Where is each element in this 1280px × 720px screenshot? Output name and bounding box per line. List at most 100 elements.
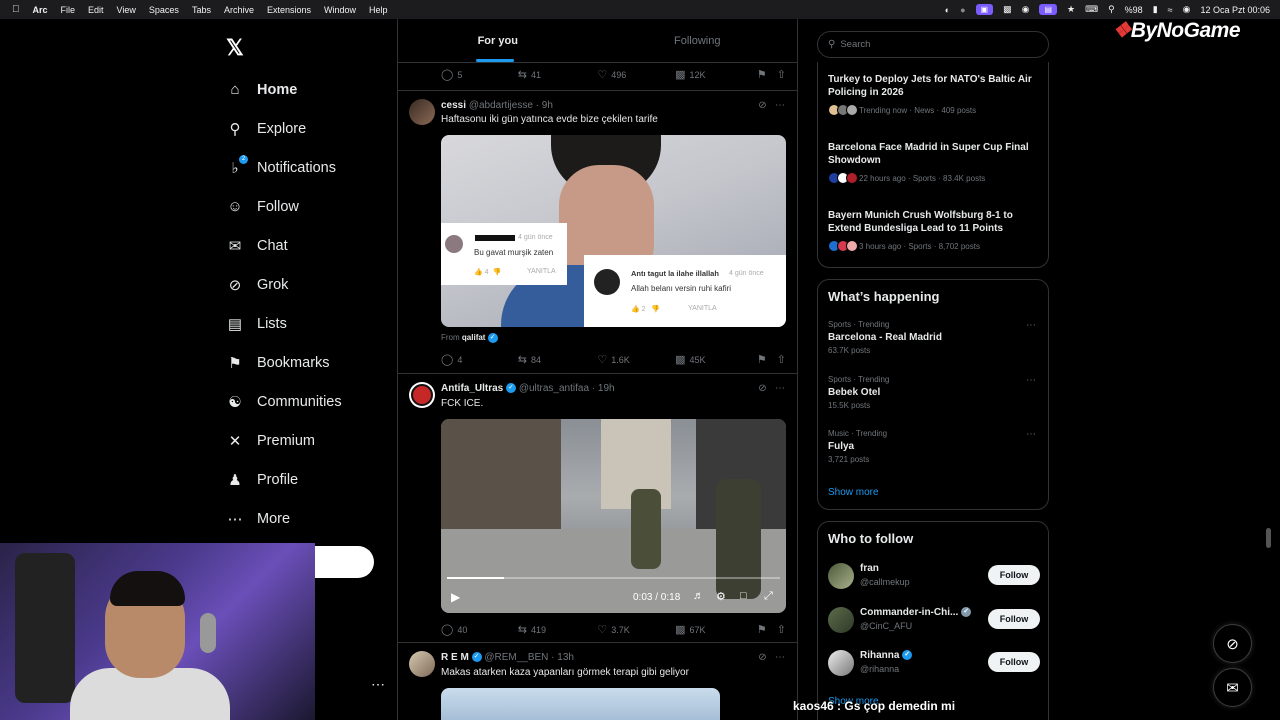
bookmark-button[interactable]: ⚑ (757, 623, 777, 636)
search-input[interactable]: ⚲ Search (817, 31, 1049, 58)
menu-edit[interactable]: Edit (88, 5, 104, 15)
trend-item[interactable]: Sports · Trending Bebek Otel 15.5K posts… (828, 375, 1040, 410)
author-name[interactable]: R E M (441, 652, 469, 663)
nav-item-grok[interactable]: ⊘ Grok (226, 265, 342, 304)
share-button[interactable]: ⇧ (777, 68, 786, 81)
control-center-icon[interactable]: ◉ (1183, 4, 1191, 15)
author-handle[interactable]: @REM__BEN (484, 652, 548, 663)
nav-item-chat[interactable]: ✉ Chat (226, 226, 342, 265)
nav-item-lists[interactable]: ▤ Lists (226, 304, 342, 343)
nav-item-bookmarks[interactable]: ⚑ Bookmarks (226, 343, 342, 382)
post-button[interactable] (310, 546, 374, 578)
like-button[interactable]: ♡ 1.6K (597, 353, 675, 366)
nav-item-more[interactable]: ⋯ More (226, 499, 342, 538)
follow-suggestion[interactable]: fran @callmekup Follow (828, 561, 1040, 591)
window-icon[interactable]: ▤ (1039, 4, 1057, 15)
pip-icon[interactable]: □ (740, 590, 747, 602)
show-more-link[interactable]: Show more (828, 487, 879, 498)
grok-icon[interactable]: ⊘ (758, 383, 766, 394)
account-menu-icon[interactable]: ⋯ (371, 676, 385, 693)
news-item[interactable]: Bayern Munich Crush Wolfsburg 8-1 to Ext… (828, 209, 1040, 252)
menu-extensions[interactable]: Extensions (267, 5, 311, 15)
news-item[interactable]: Turkey to Deploy Jets for NATO's Baltic … (828, 73, 1040, 116)
menu-spaces[interactable]: Spaces (149, 5, 179, 15)
repost-button[interactable]: ⇆ 41 (518, 68, 598, 81)
follow-suggestion[interactable]: Rihanna ✓ @rihanna Follow (828, 648, 1040, 678)
avatar[interactable] (409, 99, 435, 125)
nav-item-home[interactable]: ⌂ Home (226, 70, 342, 109)
menu-arc[interactable]: Arc (33, 5, 48, 15)
avatar[interactable] (828, 563, 854, 589)
video-progress-track[interactable] (447, 577, 780, 579)
post-image[interactable] (441, 688, 720, 720)
screen-icon[interactable]: ▣ (975, 4, 994, 15)
follow-button[interactable]: Follow (988, 565, 1040, 585)
nav-item-explore[interactable]: ⚲ Explore (226, 109, 342, 148)
bookmark-button[interactable]: ⚑ (757, 353, 777, 366)
record-icon[interactable]: ◉ (1022, 4, 1030, 15)
author-handle[interactable]: @abdartijesse (469, 100, 533, 111)
post-video[interactable]: ▶ 0:03 / 0:18 ♬ ⚙ □ ⤢ (441, 419, 786, 613)
reply-button[interactable]: ◯ 4 (441, 353, 518, 366)
more-icon[interactable]: ⋯ (775, 383, 785, 394)
avatar[interactable] (828, 607, 854, 633)
x-logo-icon[interactable]: 𝕏 (226, 35, 244, 61)
status-dot-icon[interactable]: ● (960, 5, 965, 15)
more-icon[interactable]: ⋯ (775, 100, 785, 111)
author-name[interactable]: Antifa_Ultras (441, 383, 503, 394)
post-time[interactable]: 13h (557, 652, 574, 663)
apple-icon[interactable]:  (12, 4, 20, 15)
nav-item-communities[interactable]: ☯ Communities (226, 382, 341, 421)
follow-suggestion[interactable]: Commander-in-Chi... ✓ @CinC_AFU Follow (828, 605, 1040, 635)
nav-item-follow[interactable]: ☺ Follow (226, 187, 342, 226)
settings-icon[interactable]: ⚙ (716, 590, 726, 603)
battery-icon[interactable]: ▮ (1153, 4, 1158, 15)
scrollbar-thumb[interactable] (1266, 528, 1271, 548)
follow-button[interactable]: Follow (988, 652, 1040, 672)
trend-item[interactable]: Sports · Trending Barcelona - Real Madri… (828, 320, 1040, 355)
post-image[interactable]: 4 gün önce Bu gavat murşik zaten 👍 4 👎 Y… (441, 135, 786, 327)
tab-for-you[interactable]: For you (398, 19, 598, 62)
views-button[interactable]: ▩ 45K (675, 353, 757, 366)
author-handle[interactable]: @ultras_antifaa (519, 383, 589, 394)
post-time[interactable]: 9h (542, 100, 553, 111)
spotlight-search-icon[interactable]: ⚲ (1108, 4, 1115, 15)
mute-icon[interactable]: ♬ (693, 590, 704, 602)
keyboard-icon[interactable]: ⌨ (1085, 4, 1098, 15)
star-icon[interactable]: ★ (1067, 4, 1075, 15)
more-icon[interactable]: ⋯ (1026, 375, 1036, 386)
avatar[interactable] (409, 382, 435, 408)
from-account[interactable]: qalifat (462, 333, 486, 342)
nav-item-premium[interactable]: ✕ Premium (226, 421, 342, 460)
play-icon[interactable]: ▶ (451, 590, 460, 604)
grok-icon[interactable]: ⊘ (758, 652, 766, 663)
views-button[interactable]: ▩ 12K (675, 68, 757, 81)
repost-button[interactable]: ⇆ 84 (518, 353, 598, 366)
views-button[interactable]: ▩ 67K (675, 623, 757, 636)
grok-fab-icon[interactable]: ⊘ (1213, 624, 1252, 663)
avatar[interactable] (409, 651, 435, 677)
wifi-icon[interactable]: ≈ (1168, 5, 1173, 15)
post-item[interactable]: Antifa_Ultras ✓ @ultras_antifaa · 19h ⊘ … (398, 374, 797, 643)
more-icon[interactable]: ⋯ (775, 652, 785, 663)
share-button[interactable]: ⇧ (777, 623, 786, 636)
nav-item-notifications[interactable]: ♭ 2 Notifications (226, 148, 342, 187)
share-button[interactable]: ⇧ (777, 353, 786, 366)
post-time[interactable]: 19h (598, 383, 615, 394)
menu-archive[interactable]: Archive (224, 5, 254, 15)
menu-window[interactable]: Window (324, 5, 356, 15)
author-name[interactable]: cessi (441, 100, 466, 111)
more-icon[interactable]: ⋯ (1026, 320, 1036, 331)
messages-fab-icon[interactable]: ✉ (1213, 668, 1252, 707)
news-item[interactable]: Barcelona Face Madrid in Super Cup Final… (828, 141, 1040, 184)
fullscreen-icon[interactable]: ⤢ (764, 590, 773, 603)
post-item[interactable]: R E M ✓ @REM__BEN · 13h ⊘ ⋯ Makas atarke… (398, 643, 797, 720)
like-button[interactable]: ♡ 496 (597, 68, 675, 81)
clock[interactable]: 12 Oca Pzt 00:06 (1200, 5, 1270, 15)
tab-following[interactable]: Following (598, 19, 798, 62)
grok-icon[interactable]: ⊘ (758, 100, 766, 111)
avatar[interactable] (828, 650, 854, 676)
display-icon[interactable]: ▩ (1003, 4, 1012, 15)
reply-button[interactable]: ◯ 5 (441, 68, 518, 81)
more-icon[interactable]: ⋯ (1026, 429, 1036, 440)
